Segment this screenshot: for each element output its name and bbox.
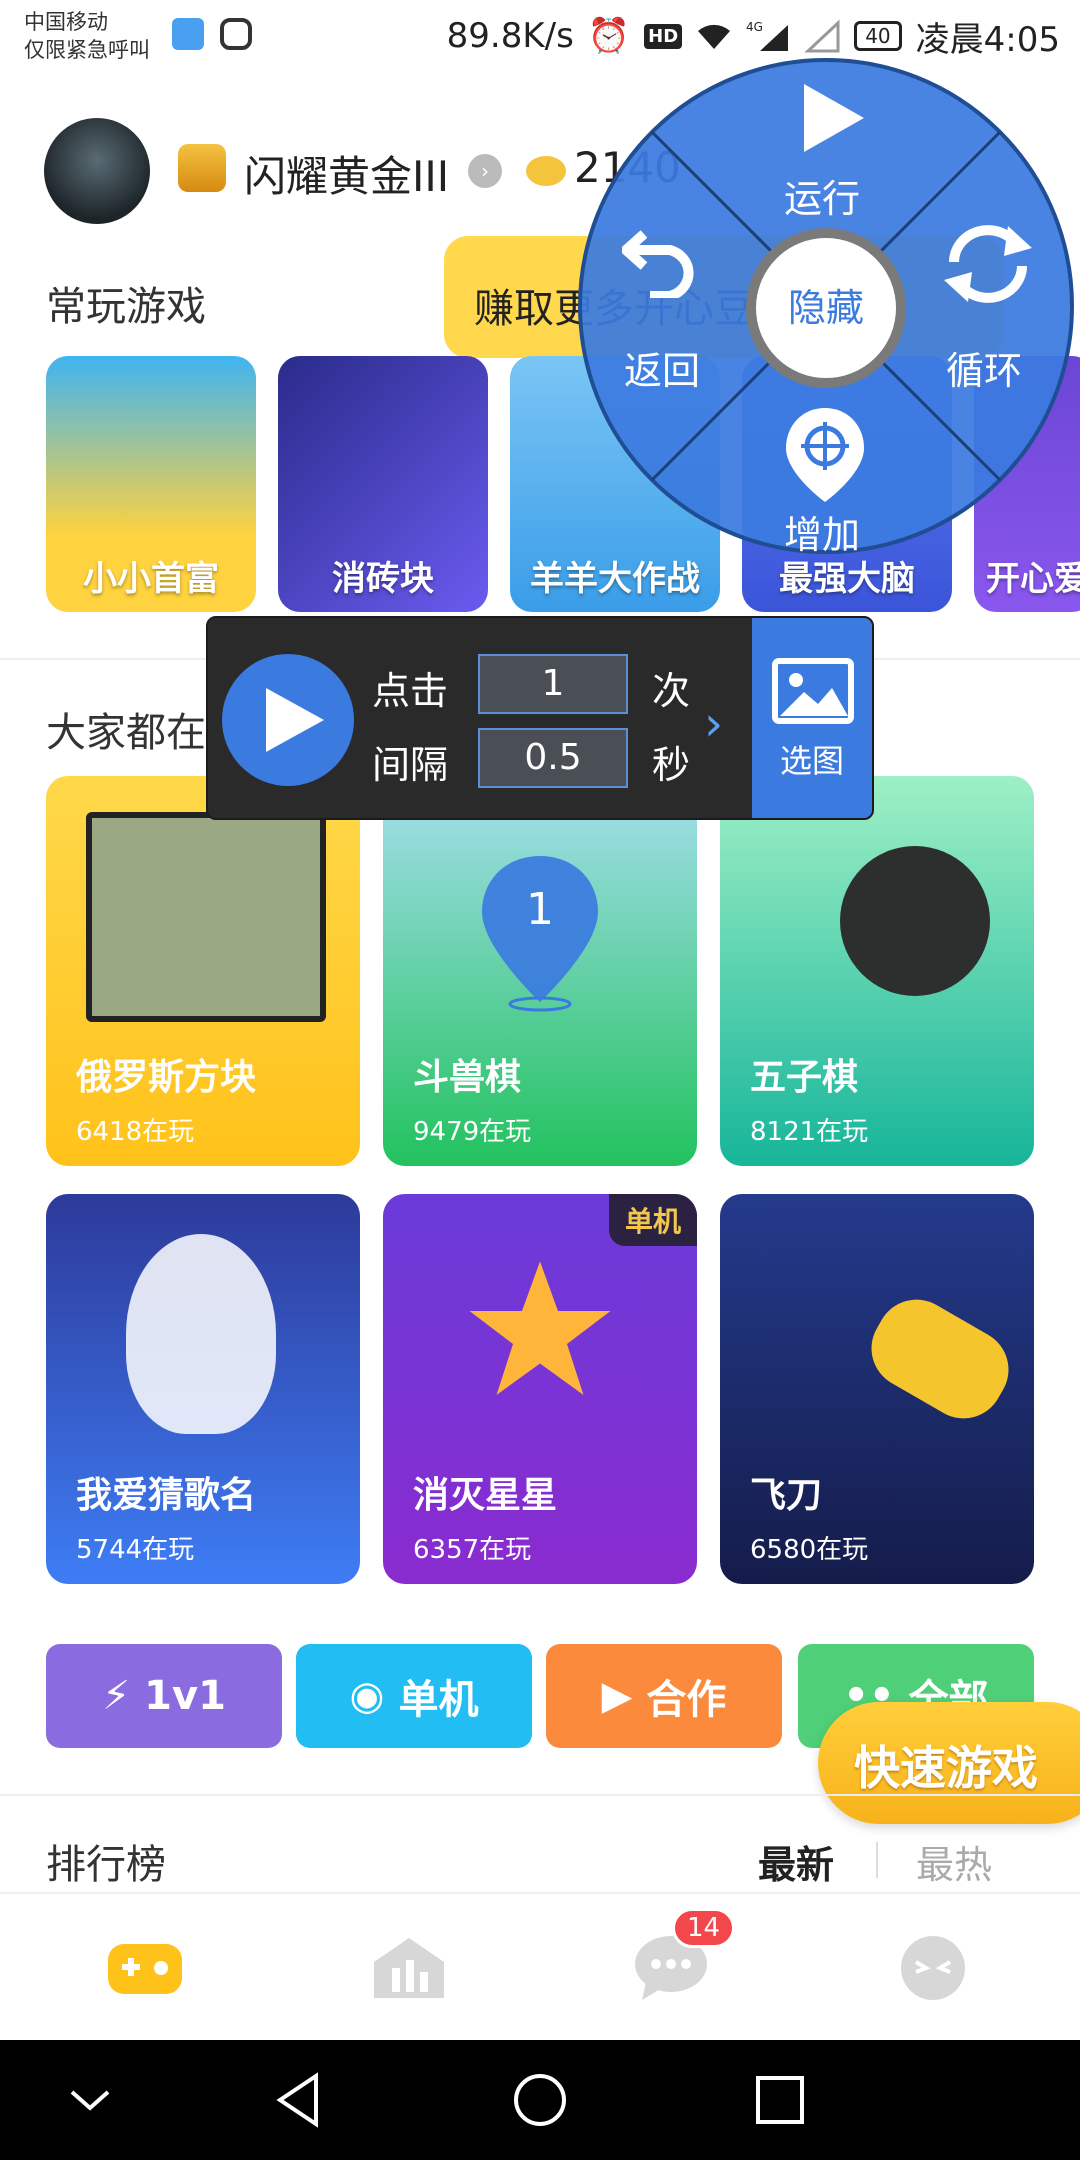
interval-label: 间隔 <box>372 743 449 787</box>
alarm-icon: ⏰ <box>587 16 631 56</box>
mode-label: 合作 <box>646 1677 727 1723</box>
pick-image-button[interactable]: 选图 <box>752 618 872 818</box>
go-stone-artwork <box>840 846 990 996</box>
recents-icon[interactable] <box>742 2062 818 2138</box>
status-right: 89.8K/s ⏰ HD 4G 40 凌晨4:05 <box>446 14 1060 60</box>
tap-target-number: 1 <box>526 884 554 935</box>
add-label[interactable]: 增加 <box>784 504 860 559</box>
carrier-name: 中国移动 <box>24 10 108 34</box>
rank-title[interactable]: 闪耀黄金III <box>244 143 449 204</box>
game-card[interactable]: 俄罗斯方块 6418在玩 <box>46 776 360 1166</box>
game-name: 俄罗斯方块 <box>76 1057 257 1098</box>
add-target-icon[interactable] <box>782 404 868 504</box>
run-icon[interactable] <box>800 82 866 154</box>
mode-1v1-button[interactable]: ⚡ 1v1 <box>46 1644 282 1748</box>
system-nav-bar <box>0 2040 1080 2160</box>
game-name: 五子棋 <box>750 1057 859 1098</box>
hide-button[interactable]: 隐藏 <box>746 228 906 388</box>
tap-run-button[interactable] <box>222 654 354 786</box>
solo-badge: 单机 <box>608 1194 697 1246</box>
message-count-badge: 14 <box>672 1908 736 1948</box>
loop-icon[interactable] <box>938 222 1038 306</box>
interval-unit: 秒 <box>652 743 691 787</box>
bottom-nav <box>0 1892 1080 2040</box>
ranking-title: 排行榜 <box>46 1842 166 1888</box>
image-icon <box>772 658 854 724</box>
hd-icon: HD <box>644 23 683 49</box>
signal-icon: 4G <box>746 20 789 51</box>
game-label: 羊羊大作战 <box>530 559 700 599</box>
tab-separator <box>876 1842 878 1878</box>
click-count-unit: 次 <box>652 669 691 713</box>
chevron-down-icon[interactable] <box>52 2062 128 2138</box>
game-name: 飞刀 <box>750 1475 823 1516</box>
play-icon: ▶ <box>601 1673 633 1719</box>
chevron-right-icon[interactable]: › <box>704 696 723 752</box>
back-label[interactable]: 返回 <box>624 340 700 395</box>
avatar[interactable] <box>44 118 150 224</box>
chat-bubble-icon: ◉ <box>349 1673 385 1719</box>
music-note-artwork <box>126 1234 276 1434</box>
click-count-input[interactable]: 1 <box>478 654 628 714</box>
quick-game-button[interactable]: 快速游戏 <box>818 1702 1080 1824</box>
tab-latest[interactable]: 最新 <box>758 1834 834 1889</box>
nav-profile-icon[interactable] <box>894 1932 972 2002</box>
mode-coop-button[interactable]: ▶ 合作 <box>546 1644 782 1748</box>
divider <box>0 1794 1080 1796</box>
game-players: 5744在玩 <box>76 1535 195 1565</box>
knife-artwork <box>856 1285 1024 1433</box>
loop-label[interactable]: 循环 <box>946 340 1022 395</box>
tetris-artwork <box>86 812 326 1022</box>
game-label: 小小首富 <box>83 559 219 599</box>
carrier-status: 仅限紧急呼叫 <box>24 38 150 62</box>
chevron-right-icon[interactable]: › <box>468 154 502 188</box>
game-card[interactable]: 单机 消灭星星 6357在玩 <box>383 1194 697 1584</box>
back-icon[interactable] <box>262 2062 338 2138</box>
mode-label: 1v1 <box>144 1673 226 1719</box>
undo-icon[interactable] <box>622 222 704 298</box>
wifi-icon <box>698 24 731 49</box>
tap-control-panel: 点击 1 次 间隔 0.5 秒 › 选图 <box>206 616 874 820</box>
tab-hot[interactable]: 最热 <box>916 1834 992 1889</box>
rank-badge-icon <box>178 144 226 192</box>
tv-icon <box>220 18 252 50</box>
mode-label: 单机 <box>398 1677 479 1723</box>
interval-input[interactable]: 0.5 <box>478 728 628 788</box>
mode-solo-button[interactable]: ◉ 单机 <box>296 1644 532 1748</box>
signal-empty-icon <box>804 19 840 53</box>
nav-games-icon[interactable] <box>106 1932 184 2002</box>
game-card[interactable]: 飞刀 6580在玩 <box>720 1194 1034 1584</box>
carrier-info: 中国移动 仅限紧急呼叫 <box>24 8 150 64</box>
game-players: 6580在玩 <box>750 1535 869 1565</box>
game-players: 6357在玩 <box>413 1535 532 1565</box>
clock: 凌晨4:05 <box>915 19 1060 60</box>
nav-ranking-icon[interactable] <box>370 1932 448 2002</box>
game-label: 消砖块 <box>332 559 434 599</box>
home-icon[interactable] <box>502 2062 578 2138</box>
game-players: 9479在玩 <box>413 1117 532 1147</box>
game-name: 消灭星星 <box>413 1475 558 1516</box>
frequent-game-card[interactable]: 小小首富 <box>46 356 256 612</box>
run-label[interactable]: 运行 <box>784 168 860 223</box>
game-players: 6418在玩 <box>76 1117 195 1147</box>
click-count-label: 点击 <box>372 669 449 713</box>
battery-icon: 40 <box>854 21 902 51</box>
net-speed: 89.8K/s <box>446 16 574 56</box>
pick-image-label: 选图 <box>779 742 844 780</box>
game-card[interactable]: 五子棋 8121在玩 <box>720 776 1034 1166</box>
game-label: 开心爱 <box>986 559 1080 599</box>
game-players: 8121在玩 <box>750 1117 869 1147</box>
lightning-icon: ⚡ <box>102 1673 131 1719</box>
game-name: 我爱猜歌名 <box>76 1475 257 1516</box>
game-name: 斗兽棋 <box>413 1057 522 1098</box>
frequent-game-card[interactable]: 消砖块 <box>278 356 488 612</box>
play-icon <box>266 688 324 752</box>
star-artwork <box>469 1261 611 1395</box>
frequent-games-title: 常玩游戏 <box>46 284 206 330</box>
network-type: 4G <box>746 20 763 34</box>
coin-icon <box>526 156 566 186</box>
screen-icon <box>172 18 204 50</box>
game-card[interactable]: 我爱猜歌名 5744在玩 <box>46 1194 360 1584</box>
